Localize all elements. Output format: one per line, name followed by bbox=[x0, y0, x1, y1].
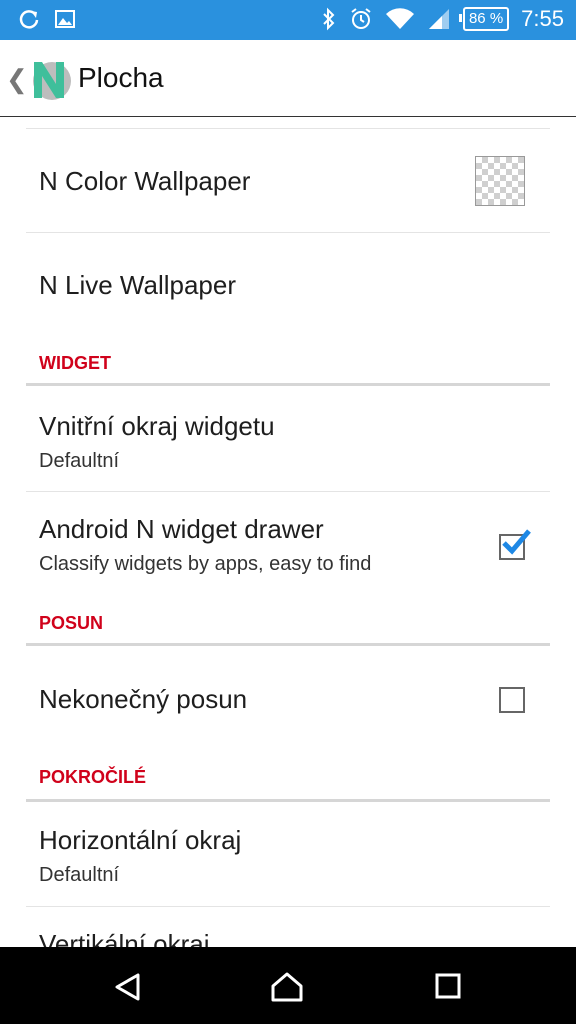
item-title: Horizontální okraj bbox=[39, 825, 242, 855]
alarm-icon bbox=[349, 7, 373, 31]
recents-icon[interactable] bbox=[433, 971, 463, 1006]
image-notification-icon bbox=[54, 8, 76, 30]
live-wallpaper-item[interactable]: N Live Wallpaper bbox=[26, 233, 550, 337]
widget-drawer-checkbox[interactable] bbox=[499, 529, 531, 560]
item-title: N Color Wallpaper bbox=[39, 166, 251, 196]
battery-indicator: 86 % bbox=[458, 7, 510, 31]
sync-icon bbox=[18, 8, 40, 30]
clock: 7:55 bbox=[521, 6, 564, 31]
section-header-posun: POSUN bbox=[39, 613, 104, 633]
settings-list[interactable]: N Color Wallpaper N Live Wallpaper WIDGE… bbox=[0, 117, 576, 947]
item-summary: Defaultní bbox=[39, 864, 120, 886]
item-summary: Classify widgets by apps, easy to find bbox=[39, 553, 372, 575]
checkmark-icon bbox=[502, 529, 531, 555]
page-title: Plocha bbox=[78, 62, 164, 93]
status-bar: 86 % 7:55 bbox=[0, 0, 576, 40]
home-icon[interactable] bbox=[270, 971, 304, 1008]
vertical-margin-item[interactable]: Vertikální okraj bbox=[26, 907, 550, 947]
horizontal-margin-item[interactable]: Horizontální okraj Defaultní bbox=[26, 802, 550, 907]
section-header-widget: WIDGET bbox=[39, 353, 111, 373]
infinite-scroll-checkbox[interactable] bbox=[499, 687, 525, 713]
infinite-scroll-item[interactable]: Nekonečný posun bbox=[26, 646, 550, 752]
widget-drawer-item[interactable]: Android N widget drawer Classify widgets… bbox=[26, 492, 550, 597]
app-bar: ❮ Plocha bbox=[0, 40, 576, 117]
item-title: N Live Wallpaper bbox=[39, 270, 237, 300]
app-logo bbox=[26, 56, 72, 102]
item-title: Android N widget drawer bbox=[39, 514, 324, 544]
bluetooth-icon bbox=[321, 7, 337, 31]
section-header-advanced: POKROČILÉ bbox=[39, 767, 147, 787]
item-title: Nekonečný posun bbox=[39, 684, 248, 714]
widget-padding-item[interactable]: Vnitřní okraj widgetu Defaultní bbox=[26, 386, 550, 491]
signal-icon bbox=[427, 7, 451, 31]
back-chevron-icon[interactable]: ❮ bbox=[6, 64, 28, 95]
item-title: Vnitřní okraj widgetu bbox=[39, 411, 275, 441]
item-summary: Defaultní bbox=[39, 450, 120, 472]
navigation-bar bbox=[0, 947, 576, 1024]
wifi-icon bbox=[385, 7, 415, 31]
item-title: Vertikální okraj bbox=[39, 929, 210, 947]
transparent-color-preview bbox=[475, 156, 525, 206]
color-wallpaper-item[interactable]: N Color Wallpaper bbox=[26, 129, 550, 233]
back-icon[interactable] bbox=[112, 971, 144, 1008]
